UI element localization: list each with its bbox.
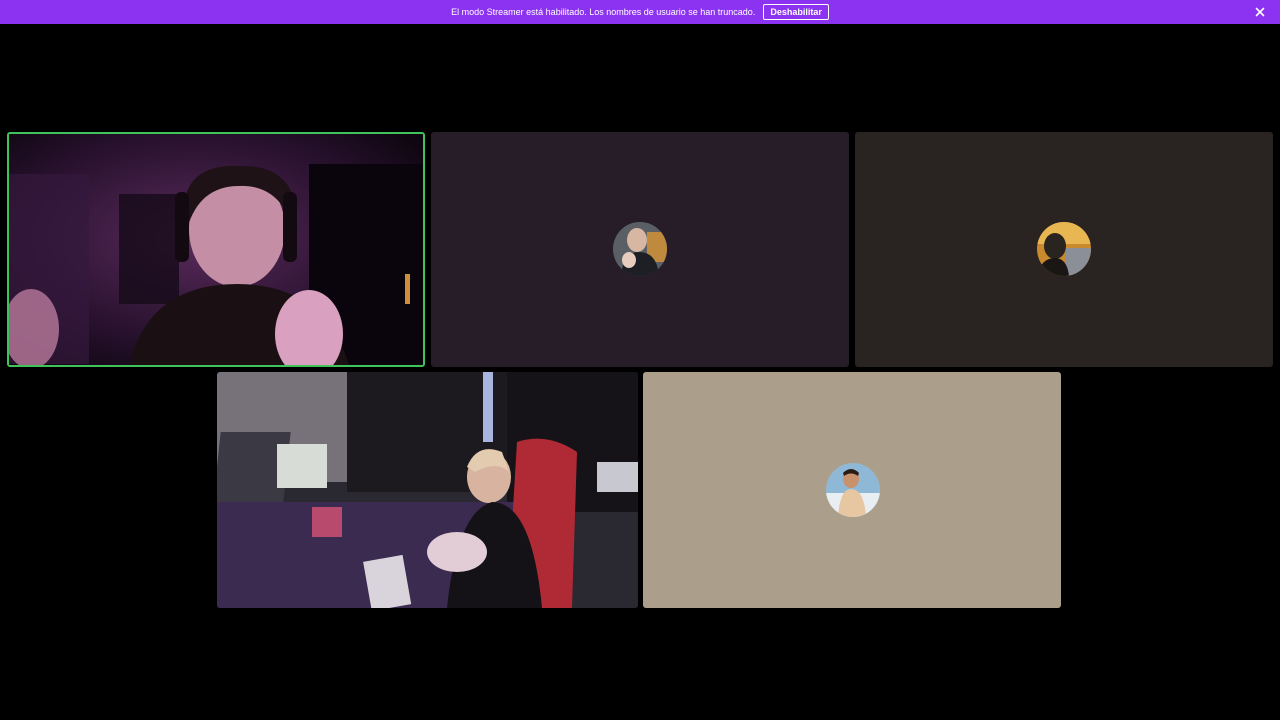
close-icon[interactable] [1252,4,1268,20]
user-avatar-icon [613,222,667,276]
user-avatar-icon [1037,222,1091,276]
video-tile-participant-4[interactable] [217,372,638,608]
streamer-mode-banner: El modo Streamer está habilitado. Los no… [0,0,1280,24]
participant-tile-3[interactable] [855,132,1273,367]
participant-tile-2[interactable] [431,132,849,367]
camera-feed [9,134,423,365]
video-tile-participant-1[interactable] [7,132,425,367]
disable-streamer-mode-button[interactable]: Deshabilitar [763,4,829,20]
participant-tile-5[interactable] [643,372,1061,608]
user-avatar-icon [826,463,880,517]
banner-message: El modo Streamer está habilitado. Los no… [451,7,756,17]
camera-feed [217,372,638,608]
